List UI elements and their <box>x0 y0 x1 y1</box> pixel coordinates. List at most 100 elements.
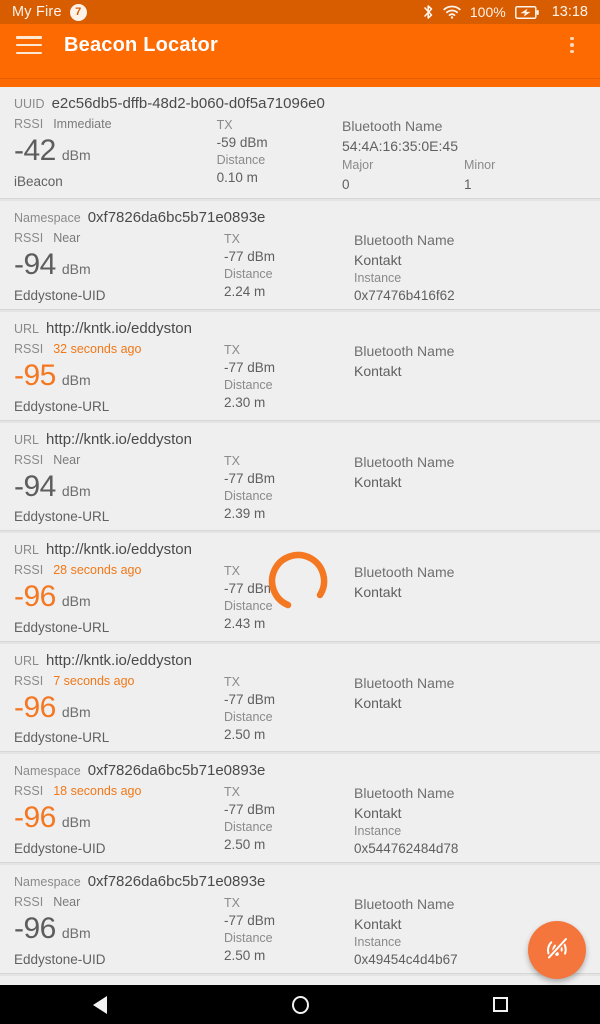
distance-label: Distance <box>224 931 273 945</box>
beacon-card[interactable]: URL http://kntk.io/eddyston RSSI 28 seconds… <box>0 533 600 642</box>
tx-value: -77 dBm <box>224 581 276 596</box>
tx-label: TX <box>224 674 240 689</box>
beacon-card[interactable]: Namespace0xf7826da6bc5b71e0893eRSSI19 se… <box>0 976 600 985</box>
beacon-identifier-row: URL http://kntk.io/eddyston <box>0 652 600 669</box>
proximity-status: 32 seconds ago <box>53 342 142 356</box>
proximity-status: Near <box>53 895 81 909</box>
beacon-card[interactable]: URL http://kntk.io/eddyston RSSI Near -94 dBm… <box>0 422 600 531</box>
identifier-value: 0xf7826da6bc5b71e0893e <box>87 209 266 226</box>
distance-label: Distance <box>224 599 273 613</box>
bluetooth-column: Bluetooth Name Kontakt <box>354 339 586 414</box>
tx-column: TX -77 dBm Distance 2.39 m <box>224 450 354 525</box>
beacon-card[interactable]: Namespace 0xf7826da6bc5b71e0893e RSSI Near -… <box>0 865 600 974</box>
identifier-value: http://kntk.io/eddyston <box>46 651 192 669</box>
identifier-value: 0xf7826da6bc5b71e0893e <box>87 873 266 890</box>
beacon-identifier-row: URL http://kntk.io/eddyston <box>0 431 600 448</box>
proximity-status: Immediate <box>53 117 112 131</box>
status-bar: My Fire 7 100% 13:18 <box>0 0 600 24</box>
nav-recents-button[interactable] <box>460 985 540 1024</box>
page-title: Beacon Locator <box>64 33 218 56</box>
beacon-type: Eddystone-URL <box>14 398 110 414</box>
rssi-header: RSSI 32 seconds ago <box>14 342 224 356</box>
bluetooth-column: Bluetooth Name Kontakt <box>354 671 586 746</box>
beacon-card[interactable]: Namespace 0xf7826da6bc5b71e0893e RSSI 18 se… <box>0 754 600 863</box>
tx-label: TX <box>224 453 240 468</box>
rssi-value-row: -96 dBm <box>14 690 224 724</box>
proximity-status: 18 seconds ago <box>53 784 142 798</box>
nav-back-button[interactable] <box>60 985 140 1024</box>
rssi-label: RSSI <box>14 563 44 577</box>
nav-home-button[interactable] <box>260 985 340 1024</box>
rssi-header: RSSI 7 seconds ago <box>14 674 224 688</box>
bluetooth-column: Bluetooth Name Kontakt Instance 0x544762484… <box>354 781 586 856</box>
identifier-key: URL <box>14 432 40 447</box>
identifier-key: URL <box>14 322 40 336</box>
distance-value: 2.50 m <box>224 837 266 852</box>
beacon-card[interactable]: URL http://kntk.io/eddyston RSSI 32 seconds… <box>0 312 600 421</box>
rssi-unit: dBm <box>61 147 91 163</box>
bluetooth-name-label: Bluetooth Name <box>354 232 455 248</box>
tx-value: -77 dBm <box>224 470 276 486</box>
distance-value: 2.50 m <box>224 948 266 963</box>
beacon-detail-columns: RSSI Near -96 dBm Eddystone-UID TX -77 dBm Dist… <box>0 890 600 967</box>
identifier-key: Namespace <box>14 764 81 778</box>
identifier-key: UUID <box>14 97 45 111</box>
device-screen: My Fire 7 100% 13:18 Beacon Locator UUID… <box>0 0 600 1024</box>
bluetooth-column: Bluetooth Name Kontakt Instance 0x77476b416… <box>354 228 586 303</box>
minor-label: Minor <box>464 158 496 172</box>
rssi-column: RSSI 32 seconds ago -95 dBm Eddystone-URL <box>14 339 224 414</box>
beacon-type: iBeacon <box>14 173 63 189</box>
beacon-detail-columns: RSSI 18 seconds ago -96 dBm Eddystone-UID TX -… <box>0 779 600 856</box>
tx-value: -77 dBm <box>224 691 276 707</box>
rssi-value-row: -94 dBm <box>14 470 224 503</box>
beacon-card[interactable]: URL http://kntk.io/eddyston RSSI 7 seconds … <box>0 643 600 752</box>
bluetooth-name-value: Kontakt <box>354 252 402 268</box>
beacon-list[interactable]: UUID e2c56db5-dffb-48d2-b060-d0f5a71096e0… <box>0 87 600 985</box>
recents-square-icon <box>492 997 508 1012</box>
bluetooth-name-value: 54:4A:16:35:0E:45 <box>342 138 458 154</box>
identifier-value: e2c56db5-dffb-48d2-b060-d0f5a71096e0 <box>51 95 325 112</box>
distance-value: 2.43 m <box>224 616 266 631</box>
tx-value: -77 dBm <box>224 913 276 928</box>
rssi-header: RSSI Near <box>14 231 224 245</box>
scan-toggle-fab[interactable] <box>528 921 586 979</box>
beacon-identifier-row: Namespace 0xf7826da6bc5b71e0893e <box>0 209 600 226</box>
rssi-label: RSSI <box>14 895 44 909</box>
rssi-value-row: -95 dBm <box>14 360 224 392</box>
wifi-icon <box>443 5 461 19</box>
tx-value: -77 dBm <box>224 360 276 375</box>
beacon-card[interactable]: UUID e2c56db5-dffb-48d2-b060-d0f5a71096e0… <box>0 87 600 199</box>
tx-label: TX <box>224 343 240 357</box>
identifier-value: http://kntk.io/eddyston <box>46 320 192 337</box>
identifier-key: URL <box>14 653 40 668</box>
bluetooth-name-label: Bluetooth Name <box>342 118 443 134</box>
bluetooth-name-value: Kontakt <box>354 473 402 490</box>
tx-column: TX -59 dBm Distance 0.10 m <box>217 114 342 192</box>
tx-value: -77 dBm <box>224 249 276 264</box>
proximity-status: Near <box>53 452 81 467</box>
distance-value: 2.39 m <box>224 505 266 521</box>
identifier-key: Namespace <box>14 211 81 225</box>
back-triangle-icon <box>93 995 107 1014</box>
bluetooth-name-label: Bluetooth Name <box>354 453 455 470</box>
overflow-menu-icon[interactable] <box>560 33 584 57</box>
beacon-detail-columns: RSSI Immediate -42 dBm iBeacon TX -59 dBm Dista… <box>0 112 600 192</box>
rssi-value: -96 <box>14 690 56 724</box>
tx-column: TX -77 dBm Distance 2.50 m <box>224 781 354 856</box>
beacon-card[interactable]: Namespace 0xf7826da6bc5b71e0893e RSSI Near -… <box>0 201 600 310</box>
major-label: Major <box>342 158 374 172</box>
tx-label: TX <box>224 564 240 578</box>
clock-label: 13:18 <box>551 4 588 20</box>
distance-value: 2.50 m <box>224 726 266 742</box>
tx-column: TX -77 dBm Distance 2.50 m <box>224 671 354 746</box>
list-overscroll-band <box>0 66 600 87</box>
hamburger-menu-icon[interactable] <box>16 36 42 54</box>
app-bar: Beacon Locator <box>0 24 600 66</box>
tx-label: TX <box>224 232 240 246</box>
beacon-type: Eddystone-UID <box>14 840 106 856</box>
bluetooth-name-label: Bluetooth Name <box>354 785 455 801</box>
rssi-column: RSSI Immediate -42 dBm iBeacon <box>14 114 217 192</box>
rssi-label: RSSI <box>14 452 44 467</box>
rssi-value: -96 <box>14 580 56 613</box>
proximity-status: 7 seconds ago <box>53 673 135 688</box>
